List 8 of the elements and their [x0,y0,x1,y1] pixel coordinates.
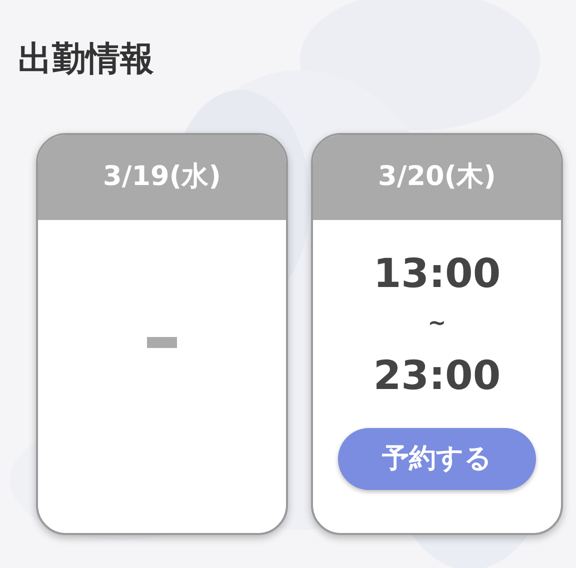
date-label: 3/19(水) [103,160,221,194]
page-title: 出勤情報 [18,38,155,81]
start-time: 13:00 [373,250,501,299]
date-label: 3/20(木) [378,160,496,194]
time-separator: ~ [428,310,446,338]
reserve-button[interactable]: 予約する [338,428,536,490]
no-shift-dash [147,337,177,348]
end-time: 23:00 [373,352,501,401]
